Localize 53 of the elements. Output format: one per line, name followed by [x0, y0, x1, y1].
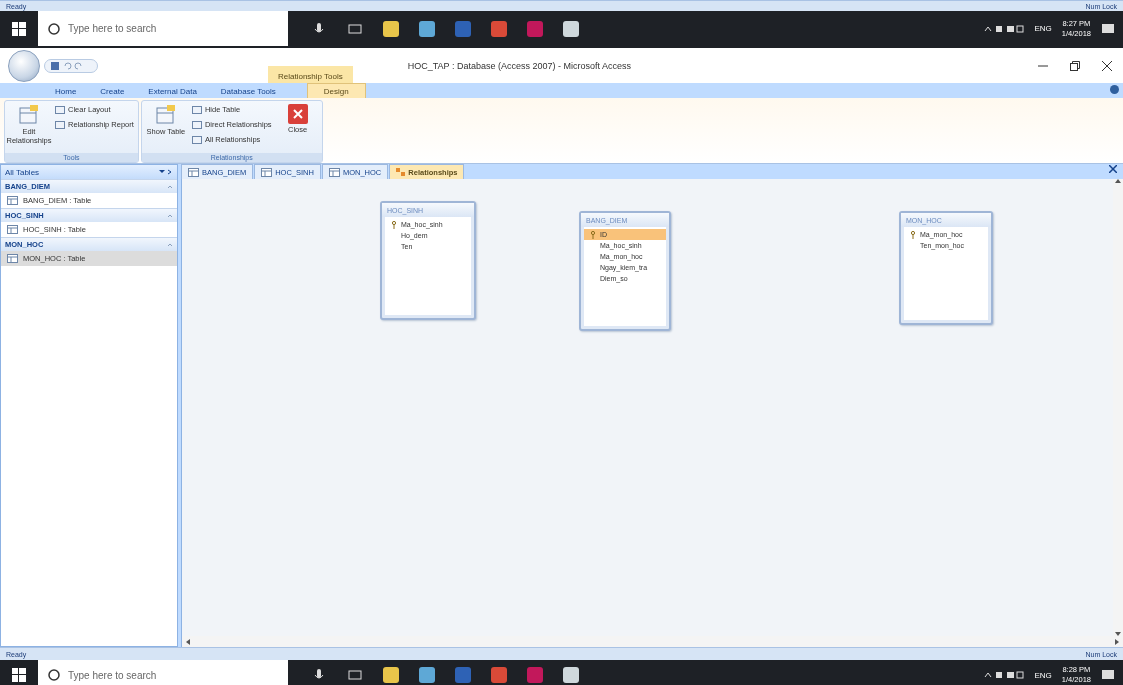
search-icon	[48, 22, 60, 35]
ribbon-tab[interactable]: Database Tools	[209, 84, 287, 98]
nav-pane-header[interactable]: All Tables	[5, 167, 40, 177]
system-tray-icons-drawing[interactable]	[984, 23, 1025, 34]
table-icon	[17, 103, 41, 127]
left-arrow-icon	[186, 638, 190, 645]
up-arrow-icon	[1115, 179, 1121, 183]
search-field[interactable]: Type here to search	[38, 11, 288, 46]
down-arrow-icon	[1115, 632, 1121, 636]
table-icon	[328, 167, 340, 177]
table-icon	[7, 254, 18, 263]
table-icon	[191, 119, 202, 130]
table-icon	[7, 225, 18, 234]
relationships-icon	[396, 168, 406, 176]
horizontal-scrollbar[interactable]	[181, 636, 1123, 647]
right-arrow-icon	[1115, 638, 1119, 645]
table-icon	[55, 104, 65, 115]
app-icon[interactable]	[380, 664, 402, 685]
table-icon	[191, 104, 202, 115]
restore-icon	[1070, 60, 1080, 71]
collapse-icon	[167, 212, 173, 219]
ribbon-tab[interactable]: Home	[44, 84, 88, 98]
close-icon	[1102, 60, 1112, 71]
vertical-scrollbar[interactable]	[1113, 179, 1123, 636]
close-icon[interactable]	[1109, 165, 1117, 173]
quick-access-toolbar[interactable]	[44, 58, 98, 73]
windows-logo-icon	[12, 21, 26, 36]
window-title: HOC_TAP : Database (Access 2007) - Microsoft Access	[407, 60, 632, 71]
table-icon	[153, 103, 178, 127]
ribbon-tab[interactable]: External Data	[137, 84, 208, 98]
language-indicator[interactable]: ENG	[1034, 670, 1052, 680]
notification-icon[interactable]	[1101, 21, 1115, 36]
system-tray-icons-drawing[interactable]	[984, 670, 1025, 680]
table-icon	[191, 134, 202, 145]
app-icon[interactable]	[416, 664, 438, 685]
help-icon[interactable]	[1110, 85, 1119, 94]
close-icon	[286, 103, 309, 125]
contextual-tab-group-label: Relationship Tools	[268, 66, 353, 83]
language-indicator[interactable]: ENG	[1034, 24, 1052, 33]
collapse-icon	[167, 241, 173, 248]
search-icon	[48, 669, 60, 681]
ribbon-tab[interactable]: Create	[89, 84, 136, 98]
app-icon[interactable]	[560, 664, 582, 685]
windows-logo-icon	[12, 668, 26, 682]
ribbon-tab[interactable]: Design	[306, 83, 366, 98]
table-icon	[261, 167, 273, 177]
table-icon	[55, 119, 65, 130]
pane-controls-icon[interactable]	[159, 169, 173, 175]
collapse-icon	[167, 183, 173, 190]
notification-icon[interactable]	[1101, 668, 1115, 682]
table-icon	[188, 167, 199, 177]
table-icon	[7, 196, 18, 205]
search-field[interactable]: Type here to search	[38, 660, 288, 685]
